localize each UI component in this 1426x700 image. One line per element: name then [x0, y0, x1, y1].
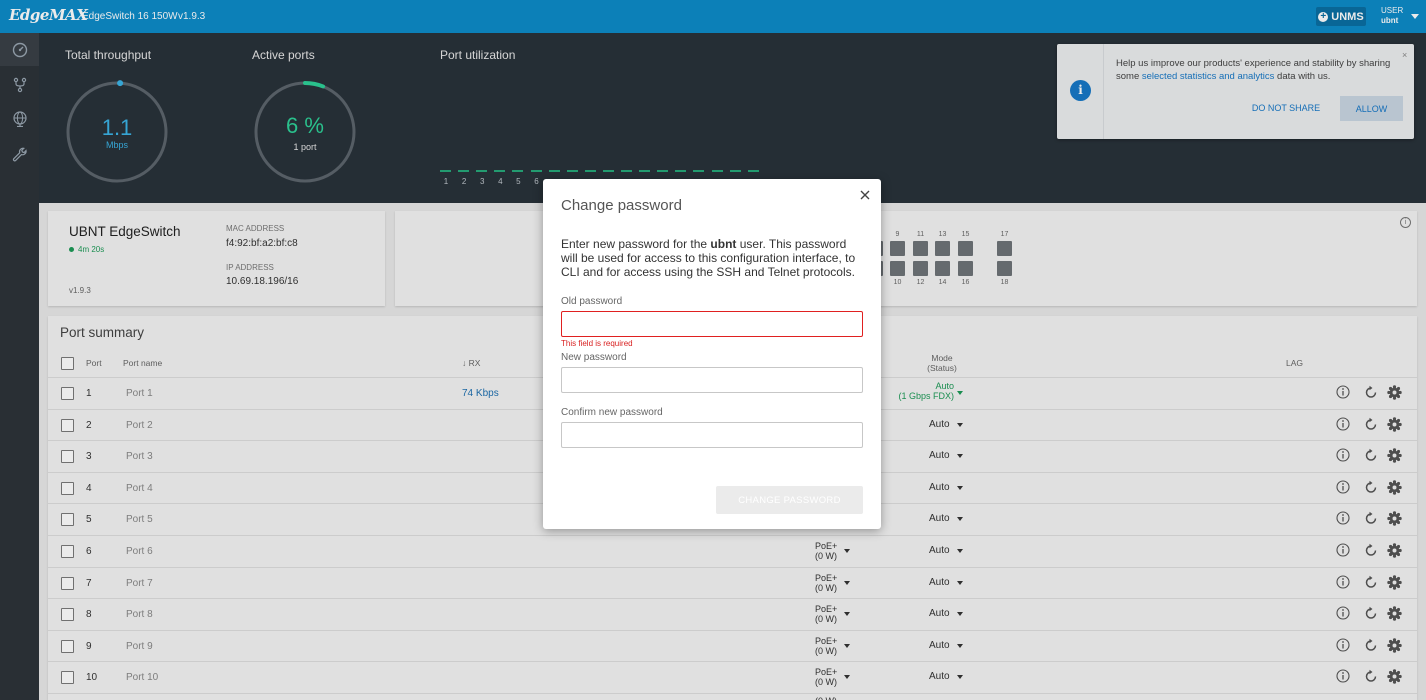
desc-before: Enter new password for the	[561, 237, 711, 251]
desc-username: ubnt	[710, 237, 737, 251]
change-password-dialog: Change password Enter new password for t…	[543, 179, 881, 529]
change-password-button[interactable]: CHANGE PASSWORD	[716, 486, 863, 514]
confirm-password-label: Confirm new password	[561, 407, 663, 418]
dialog-title: Change password	[561, 197, 682, 214]
confirm-password-input[interactable]	[561, 422, 863, 448]
old-password-label: Old password	[561, 296, 623, 307]
old-password-input[interactable]	[561, 311, 863, 337]
dialog-description: Enter new password for the ubnt user. Th…	[561, 237, 866, 279]
old-password-error: This field is required	[561, 339, 633, 348]
new-password-label: New password	[561, 352, 627, 363]
close-icon[interactable]	[858, 188, 872, 202]
new-password-input[interactable]	[561, 367, 863, 393]
